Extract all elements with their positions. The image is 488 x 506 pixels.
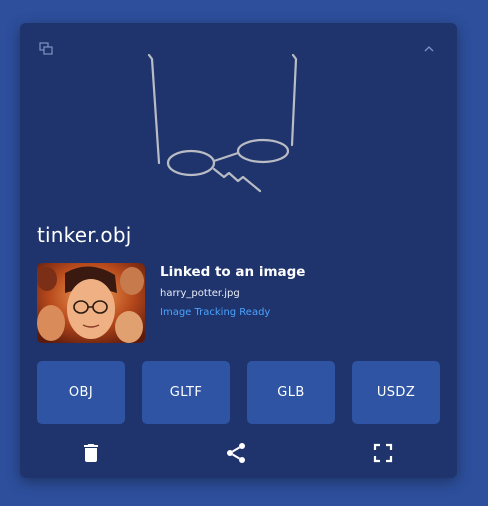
model-preview[interactable] [140,49,330,199]
linked-file-name: harry_potter.jpg [160,288,240,299]
gltf-button[interactable]: GLTF [142,361,230,424]
model-card: tinker.obj Linked to an image harry_pott… [20,23,457,478]
tracking-status: Image Tracking Ready [160,307,271,318]
obj-button[interactable]: OBJ [37,361,125,424]
linked-image-thumbnail[interactable] [37,263,145,343]
link-title: Linked to an image [160,264,306,280]
file-name: tinker.obj [37,223,132,247]
trash-icon[interactable] [79,441,103,465]
usdz-button[interactable]: USDZ [352,361,440,424]
glasses-model [147,53,298,193]
copy-icon[interactable] [38,41,54,57]
glb-button[interactable]: GLB [247,361,335,424]
fullscreen-icon[interactable] [371,441,395,465]
share-icon[interactable] [224,441,248,465]
chevron-up-icon[interactable] [421,41,437,57]
